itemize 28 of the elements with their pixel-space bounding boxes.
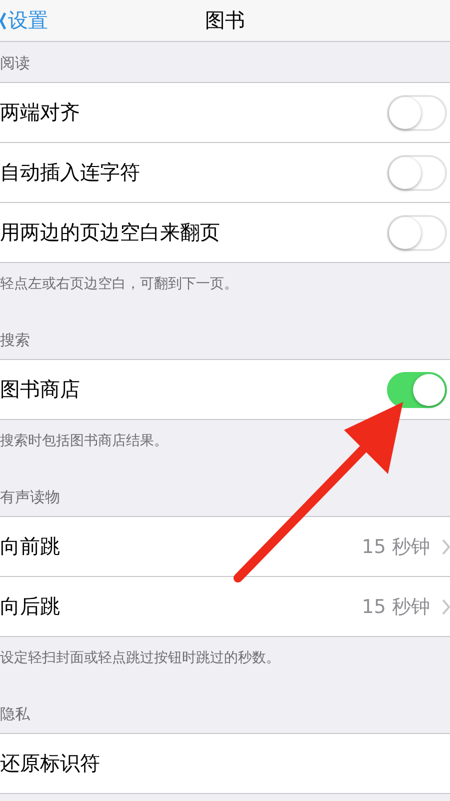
chevron-left-icon [0,10,6,30]
section-header: 隐私 [0,705,30,724]
section-footer: 搜索时包括图书商店结果。 [0,433,168,449]
section-header: 阅读 [0,54,30,73]
row-label: 还原标识符 [0,750,100,777]
row-label: 向后跳 [0,593,60,620]
settings-row[interactable]: 还原标识符 [0,734,450,794]
row-label: 向前跳 [0,533,60,560]
row-label: 自动插入连字符 [0,159,140,186]
toggle-switch[interactable] [387,372,447,408]
settings-row[interactable]: 自动插入连字符 [0,143,450,203]
settings-row[interactable]: 两端对齐 [0,83,450,143]
settings-row[interactable]: 向后跳 15 秒钟 [0,577,450,637]
row-label: 两端对齐 [0,99,80,126]
section-footer: 设定轻扫封面或轻点跳过按钮时跳过的秒数。 [0,650,280,666]
settings-row[interactable]: 用两边的页边空白来翻页 [0,203,450,263]
toggle-switch[interactable] [387,154,447,190]
toggle-switch[interactable] [387,94,447,130]
window-title: 图书 [205,8,245,32]
row-label: 用两边的页边空白来翻页 [0,219,220,246]
section-header: 有声读物 [0,488,60,507]
row-label: 图书商店 [0,376,80,403]
toggle-switch[interactable] [387,214,447,250]
row-value: 15 秒钟 [362,534,430,560]
section-footer: 轻点左或右页边空白，可翻到下一页。 [0,276,238,292]
row-value: 15 秒钟 [362,594,430,620]
section-header: 搜索 [0,331,30,350]
settings-row[interactable]: 向前跳 15 秒钟 [0,517,450,577]
